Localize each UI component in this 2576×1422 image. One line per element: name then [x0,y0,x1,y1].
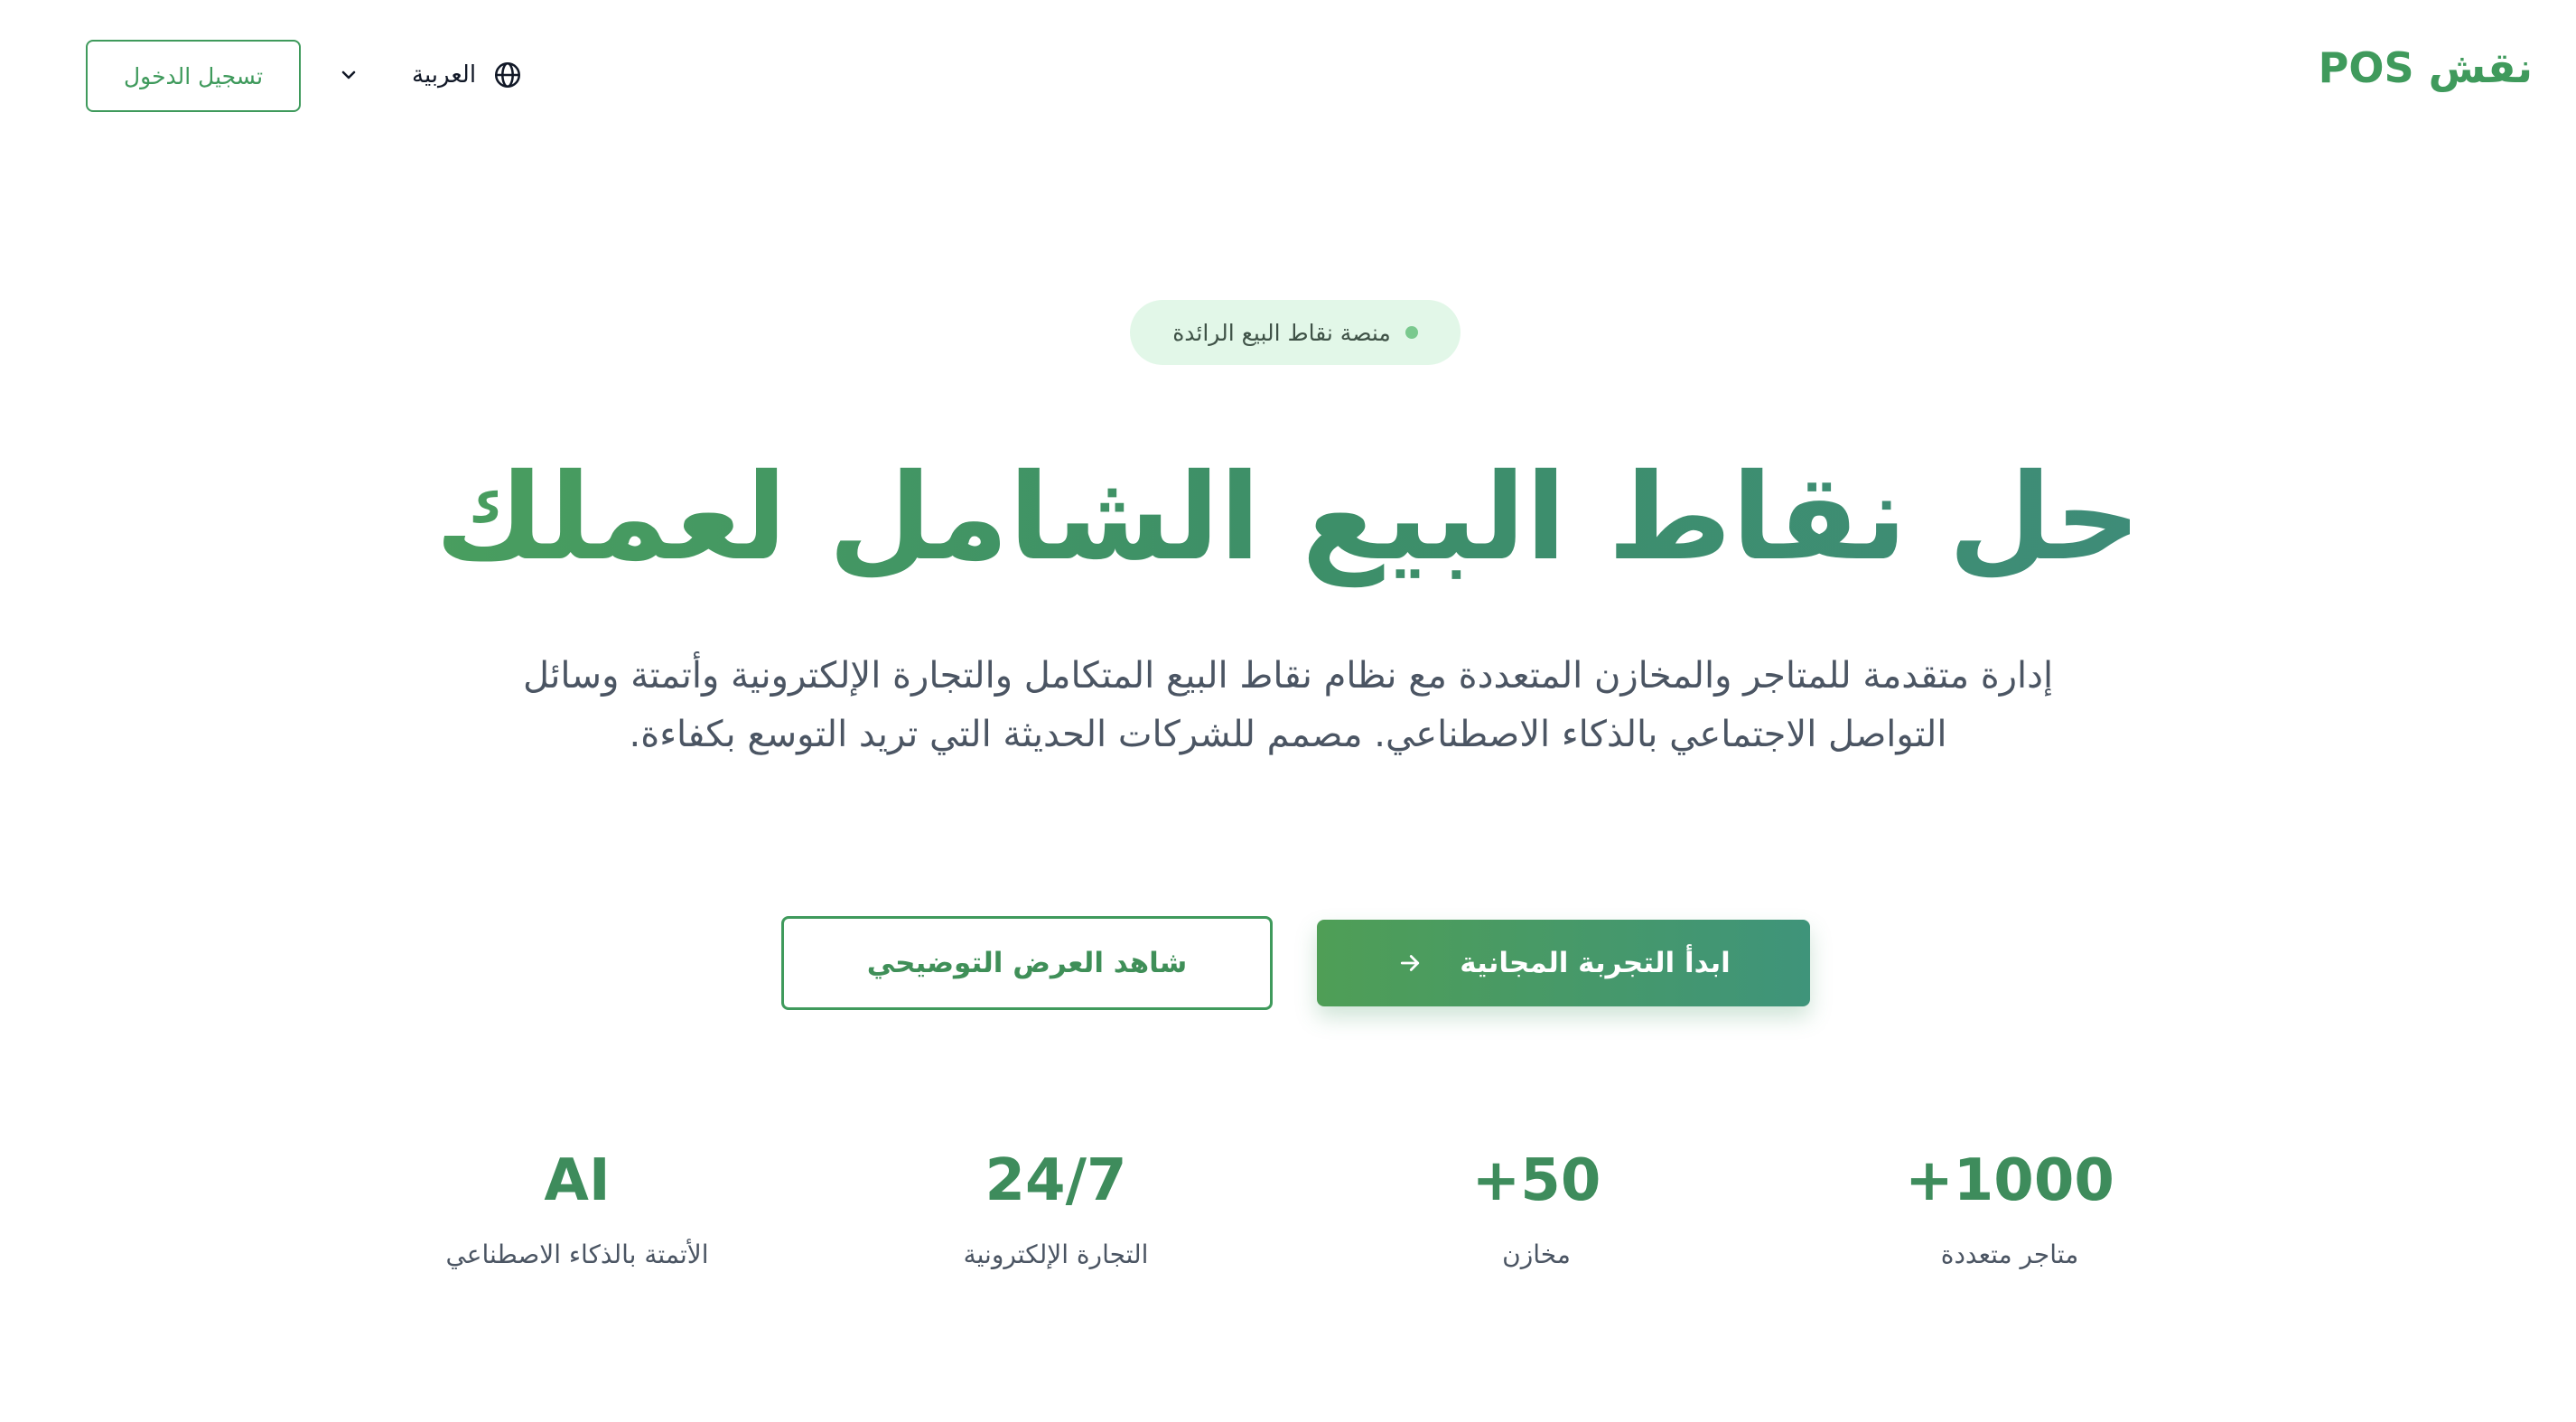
stat-label: مخازن [1502,1240,1571,1269]
stat-ecommerce: 24/7 التجارة الإلكترونية [830,1140,1282,1277]
stat-label: الأتمتة بالذكاء الاصطناعي [445,1240,709,1269]
globe-icon [495,61,521,89]
dot-icon [1405,326,1418,339]
stat-value: AI [544,1147,611,1214]
hero-title: حل نقاط البيع الشامل لعملك [0,432,2576,603]
login-button[interactable]: تسجيل الدخول [86,40,301,112]
stat-value: 24/7 [985,1147,1127,1214]
stat-warehouses: +50 مخازن [1311,1140,1762,1277]
brand-logo[interactable]: نقش POS [2319,36,2533,99]
site-header: نقش POS العربية تسجيل الدخول [0,0,2576,148]
hero-badge: منصة نقاط البيع الرائدة [1130,300,1461,365]
start-free-trial-button[interactable]: ابدأ التجربة المجانية [1317,920,1810,1006]
stat-label: التجارة الإلكترونية [963,1240,1149,1269]
arrow-right-icon [1401,955,1420,971]
stat-stores: +1000 متاجر متعددة [1784,1140,2235,1277]
start-free-trial-label: ابدأ التجربة المجانية [1460,947,1731,979]
stat-value: +1000 [1905,1147,2114,1214]
language-selector[interactable]: العربية [338,52,523,98]
language-label: العربية [412,61,477,89]
stat-ai: AI الأتمتة بالذكاء الاصطناعي [351,1140,803,1277]
watch-demo-button[interactable]: شاهد العرض التوضيحي [781,916,1273,1010]
hero-subtitle: إدارة متقدمة للمتاجر والمخازن المتعددة م… [522,655,2054,755]
chevron-down-icon [341,70,356,80]
stat-value: +50 [1471,1147,1601,1214]
badge-label: منصة نقاط البيع الرائدة [1172,319,1391,346]
stat-label: متاجر متعددة [1940,1240,2079,1269]
